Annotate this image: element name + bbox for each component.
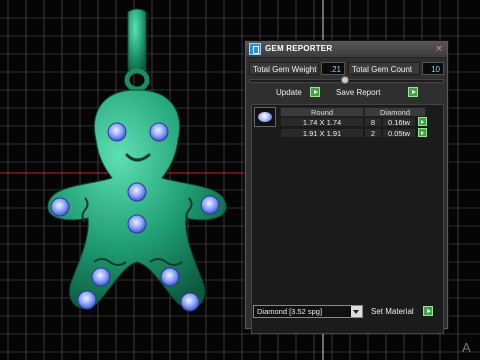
gem-reporter-app-icon (249, 43, 261, 55)
row-size: 1.74 X 1.74 (280, 117, 364, 127)
update-go-icon[interactable] (310, 87, 320, 97)
material-bar: Diamond [3.52 spg] Set Material (253, 305, 443, 319)
row-go-icon[interactable] (418, 128, 427, 137)
panel-slider-thumb[interactable] (341, 76, 349, 84)
round-diamond-icon (258, 112, 272, 122)
material-select-value: Diamond [3.52 spg] (257, 307, 323, 316)
panel-title: GEM REPORTER (265, 44, 333, 53)
row-go-icon[interactable] (418, 117, 427, 126)
total-gem-weight-value: .21 (321, 62, 345, 75)
row-count: 2 (364, 128, 382, 138)
total-gem-count-label: Total Gem Count (348, 62, 420, 75)
update-button[interactable]: Update (276, 87, 302, 99)
column-header-diamond: Diamond (364, 107, 426, 117)
save-report-button[interactable]: Save Report (336, 87, 380, 99)
row-weight: 0.05tw (382, 128, 416, 138)
gem-reporter-panel: GEM REPORTER × Total Gem Weight .21 Tota… (245, 41, 448, 334)
save-report-go-icon[interactable] (408, 87, 418, 97)
set-material-button[interactable]: Set Material (371, 305, 414, 318)
ghost-viewport-label: A (462, 340, 471, 355)
chevron-down-icon[interactable] (351, 306, 362, 317)
row-weight: 0.16tw (382, 117, 416, 127)
total-gem-weight-label: Total Gem Weight (249, 62, 319, 75)
row-count: 8 (364, 117, 382, 127)
panel-titlebar[interactable]: GEM REPORTER × (246, 42, 447, 58)
column-header-round: Round (280, 107, 364, 117)
set-material-go-icon[interactable] (423, 306, 433, 316)
totals-row: Total Gem Weight .21 Total Gem Count 10 (249, 62, 444, 75)
gem-report-list: Round Diamond 1.74 X 1.74 8 0.16tw 1.91 … (251, 104, 444, 334)
row-size: 1.91 X 1.91 (280, 128, 364, 138)
total-gem-count-value: 10 (422, 62, 444, 75)
gem-thumbnail[interactable] (254, 107, 276, 127)
close-icon[interactable]: × (434, 44, 444, 54)
material-select[interactable]: Diamond [3.52 spg] (253, 305, 363, 318)
